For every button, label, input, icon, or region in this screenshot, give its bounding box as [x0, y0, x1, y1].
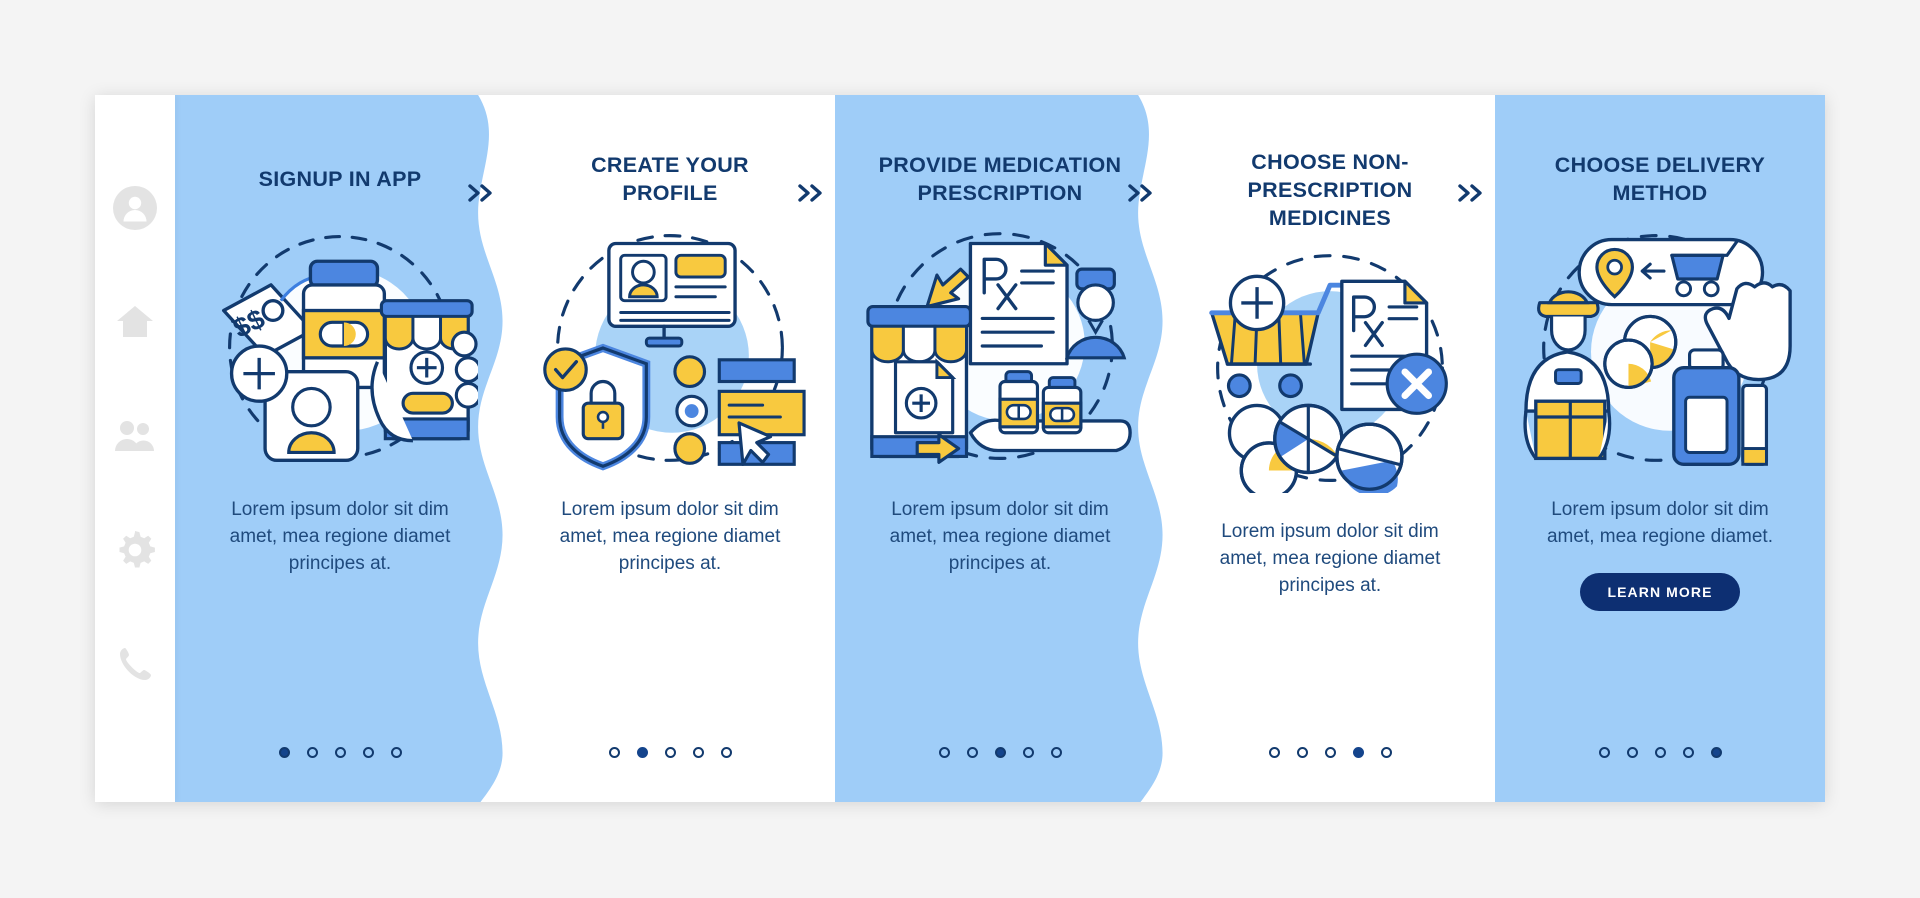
card-4-pagination[interactable]: [1165, 747, 1495, 758]
pagination-dot[interactable]: [608, 747, 620, 758]
learn-more-button[interactable]: LEARN MORE: [1580, 572, 1740, 611]
pagination-dot[interactable]: [1682, 747, 1694, 758]
pagination-dot[interactable]: [1268, 747, 1280, 758]
home-icon[interactable]: [112, 299, 158, 345]
card-3-body: Lorem ipsum dolor sit dim amet, mea regi…: [889, 499, 1111, 574]
step-separator-chevron-3[interactable]: [1125, 181, 1155, 205]
onboarding-cards-strip: SIGNUP IN APP $$ Lorem ipsum dolor sit d…: [175, 95, 1825, 802]
pagination-dot[interactable]: [1296, 747, 1308, 758]
card-2-body: Lorem ipsum dolor sit dim amet, mea regi…: [559, 499, 781, 574]
gear-icon[interactable]: [112, 527, 158, 573]
pagination-dot[interactable]: [390, 747, 402, 758]
pagination-dot[interactable]: [1380, 747, 1392, 758]
pagination-dot[interactable]: [636, 747, 648, 758]
onboarding-card-2[interactable]: CREATE YOUR PROFILE Lorem ipsum dolor si…: [505, 95, 835, 802]
card-1-title: SIGNUP IN APP: [258, 167, 422, 192]
phone-icon[interactable]: [112, 641, 158, 687]
screen-root: SIGNUP IN APP $$ Lorem ipsum dolor sit d…: [0, 0, 1920, 898]
card-2-title: CREATE YOUR PROFILE: [591, 153, 749, 205]
people-icon[interactable]: [112, 413, 158, 459]
pagination-dot[interactable]: [692, 747, 704, 758]
provide-prescription-illustration: [862, 223, 1138, 471]
card-5-pagination[interactable]: [1495, 747, 1825, 758]
card-5-title: CHOOSE DELIVERY METHOD: [1554, 153, 1766, 205]
card-1-pagination[interactable]: [175, 747, 505, 758]
pagination-dot[interactable]: [1710, 747, 1722, 758]
card-2-pagination[interactable]: [505, 747, 835, 758]
step-separator-chevron-2[interactable]: [795, 181, 825, 205]
choose-delivery-illustration: [1522, 223, 1798, 471]
step-separator-chevron-4[interactable]: [1455, 181, 1485, 205]
pagination-dot[interactable]: [306, 747, 318, 758]
create-profile-illustration: [532, 223, 808, 471]
pagination-dot[interactable]: [1022, 747, 1034, 758]
pagination-dot[interactable]: [664, 747, 676, 758]
card-5-body: Lorem ipsum dolor sit dim amet, mea regi…: [1546, 499, 1773, 547]
pagination-dot[interactable]: [1598, 747, 1610, 758]
onboarding-device-frame: SIGNUP IN APP $$ Lorem ipsum dolor sit d…: [95, 95, 1825, 802]
pagination-dot[interactable]: [1324, 747, 1336, 758]
pagination-dot[interactable]: [1654, 747, 1666, 758]
onboarding-card-5[interactable]: CHOOSE DELIVERY METHOD Lorem ipsum dolor…: [1495, 95, 1825, 802]
pagination-dot[interactable]: [1352, 747, 1364, 758]
pagination-dot[interactable]: [278, 747, 290, 758]
onboarding-card-4[interactable]: CHOOSE NON-PRESCRIPTION MEDICINES Lorem …: [1165, 95, 1495, 802]
card-4-title: CHOOSE NON-PRESCRIPTION MEDICINES: [1247, 150, 1413, 230]
app-sidebar: [95, 95, 175, 802]
avatar-icon[interactable]: [112, 185, 158, 231]
signup-in-app-illustration: $$: [202, 223, 478, 471]
pagination-dot[interactable]: [966, 747, 978, 758]
pagination-dot[interactable]: [1050, 747, 1062, 758]
card-3-title: PROVIDE MEDICATION PRESCRIPTION: [878, 153, 1122, 205]
pagination-dot[interactable]: [362, 747, 374, 758]
pagination-dot[interactable]: [720, 747, 732, 758]
card-3-pagination[interactable]: [835, 747, 1165, 758]
pagination-dot[interactable]: [994, 747, 1006, 758]
pagination-dot[interactable]: [938, 747, 950, 758]
choose-non-prescription-illustration: [1192, 245, 1468, 493]
onboarding-card-3[interactable]: PROVIDE MEDICATION PRESCRIPTION Lorem ip…: [835, 95, 1165, 802]
onboarding-card-1[interactable]: SIGNUP IN APP $$ Lorem ipsum dolor sit d…: [175, 95, 505, 802]
pagination-dot[interactable]: [334, 747, 346, 758]
card-1-body: Lorem ipsum dolor sit dim amet, mea regi…: [229, 499, 451, 574]
card-4-body: Lorem ipsum dolor sit dim amet, mea regi…: [1219, 520, 1441, 596]
step-separator-chevron-1[interactable]: [465, 181, 495, 205]
pagination-dot[interactable]: [1626, 747, 1638, 758]
